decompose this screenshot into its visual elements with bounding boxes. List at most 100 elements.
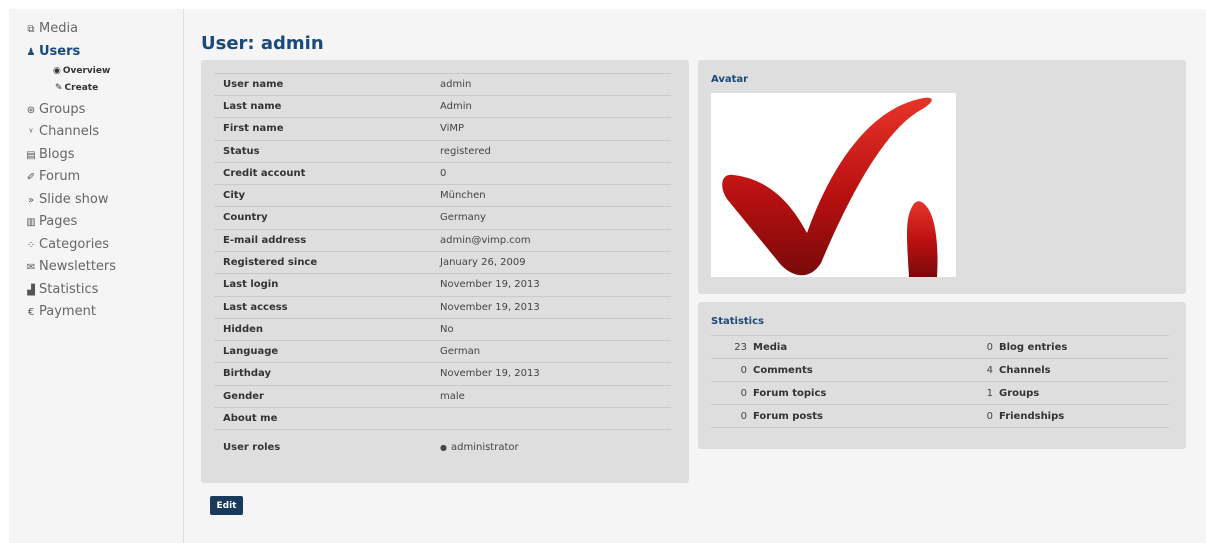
stats-row: 0 Forum topics 1 Groups (711, 381, 1169, 405)
stat-blog-entries: 0 Blog entries (986, 342, 1068, 353)
stat-forum-topics: 0 Forum topics (740, 388, 827, 399)
detail-label: Language (223, 346, 279, 357)
statistics-icon: ▟ (27, 285, 35, 296)
sidebar-item-label: Pages (39, 214, 78, 229)
sidebar-item-label: Channels (39, 124, 100, 139)
categories-icon: ⁘ (26, 240, 36, 251)
sidebar-item-statistics[interactable]: ▟ Statistics (25, 282, 98, 299)
vimp-logo-icon (722, 97, 938, 277)
detail-label: Birthday (223, 368, 271, 379)
sidebar-item-payment[interactable]: € Payment (25, 304, 96, 321)
sidebar-item-label: Newsletters (39, 259, 117, 274)
sidebar-subitem-label: Create (64, 83, 99, 93)
detail-value: Germany (440, 212, 486, 223)
stat-groups: 1 Groups (986, 388, 1040, 399)
role-name: administrator (450, 442, 519, 453)
detail-row-last-name: Last name Admin (214, 95, 671, 118)
statistics-panel: Statistics 23 Media 0 Blog entries 0 Commen… (698, 302, 1186, 449)
detail-row-hidden: Hidden No (214, 318, 671, 341)
sidebar-item-label: Users (39, 44, 81, 59)
stat-forum-posts: 0 Forum posts (740, 411, 823, 422)
sidebar-item-label: Statistics (39, 282, 99, 297)
pages-icon: ▥ (26, 217, 36, 228)
sidebar-item-slideshow[interactable]: » Slide show (25, 192, 109, 209)
detail-value: November 19, 2013 (440, 302, 540, 313)
pencil-icon: ✎ (55, 83, 63, 93)
detail-value: ViMP (440, 123, 465, 134)
blogs-icon: ▤ (26, 150, 36, 161)
media-icon: ⧉ (27, 24, 35, 35)
detail-row-city: City München (214, 184, 671, 207)
sidebar-item-users[interactable]: ♟ Users (25, 44, 81, 61)
sidebar-item-label: Media (39, 21, 79, 36)
detail-label: Last name (223, 101, 282, 112)
sidebar-subitem-create[interactable]: ✎ Create (55, 83, 98, 94)
sidebar-item-categories[interactable]: ⁘ Categories (25, 237, 109, 254)
detail-label: Country (223, 212, 268, 223)
groups-icon: ⊛ (26, 105, 36, 116)
forum-icon: ✐ (26, 172, 36, 183)
sidebar-item-newsletters[interactable]: ✉ Newsletters (25, 259, 116, 276)
detail-row-credit-account: Credit account 0 (214, 162, 671, 185)
channels-icon: ᵞ (29, 127, 33, 138)
stats-row: 0 Forum posts 0 Friendships (711, 404, 1169, 428)
detail-row-last-login: Last login November 19, 2013 (214, 273, 671, 296)
detail-label: City (223, 190, 246, 201)
detail-value: November 19, 2013 (440, 279, 540, 290)
avatar-title: Avatar (711, 74, 749, 85)
bullet-icon: ● (440, 443, 447, 452)
avatar-panel: Avatar (698, 60, 1186, 294)
detail-value: 0 (440, 168, 447, 179)
slideshow-icon: » (27, 195, 35, 206)
stats-row: 0 Comments 4 Channels (711, 358, 1169, 382)
sidebar-item-forum[interactable]: ✐ Forum (25, 169, 80, 186)
detail-row-last-access: Last access November 19, 2013 (214, 296, 671, 319)
sidebar-item-label: Forum (39, 169, 81, 184)
detail-row-first-name: First name ViMP (214, 117, 671, 140)
detail-label: User name (223, 79, 284, 90)
sidebar-item-label: Payment (39, 304, 96, 319)
sidebar-item-media[interactable]: ⧉ Media (25, 21, 78, 38)
sidebar-item-label: Slide show (39, 192, 109, 207)
detail-row-country: Country Germany (214, 206, 671, 229)
role-item: ● administrator (440, 442, 519, 453)
detail-value: admin@vimp.com (440, 235, 531, 246)
eye-icon: ◉ (53, 66, 61, 76)
sidebar-subitem-label: Overview (62, 66, 111, 76)
detail-label: Registered since (223, 257, 318, 268)
sidebar-item-label: Blogs (39, 147, 75, 162)
sidebar: ⧉ Media ♟ Users ◉ Overview ✎ Create ⊛ Groups … (9, 9, 184, 543)
sidebar-item-channels[interactable]: ᵞ Channels (25, 124, 99, 141)
detail-value: registered (440, 146, 491, 157)
detail-value: München (440, 190, 486, 201)
sidebar-item-label: Groups (39, 102, 86, 117)
statistics-title: Statistics (711, 316, 764, 327)
stats-divider (711, 427, 1169, 428)
detail-label: E-mail address (223, 235, 307, 246)
detail-row-status: Status registered (214, 140, 671, 163)
user-details-panel: User name admin Last name Admin First name… (201, 60, 689, 483)
sidebar-item-pages[interactable]: ▥ Pages (25, 214, 77, 231)
sidebar-item-groups[interactable]: ⊛ Groups (25, 102, 86, 119)
detail-label: Last login (223, 279, 279, 290)
avatar (711, 93, 956, 277)
detail-label: Last access (223, 302, 288, 313)
stat-channels: 4 Channels (986, 365, 1051, 376)
edit-button[interactable]: Edit (210, 496, 243, 515)
sidebar-subitem-overview[interactable]: ◉ Overview (53, 66, 110, 77)
detail-row-user-name: User name admin (214, 73, 671, 96)
detail-value: Admin (440, 101, 472, 112)
detail-value: November 19, 2013 (440, 368, 540, 379)
stat-friendships: 0 Friendships (986, 411, 1065, 422)
detail-label: First name (223, 123, 284, 134)
detail-row-email: E-mail address admin@vimp.com (214, 229, 671, 252)
detail-row-registered-since: Registered since January 26, 2009 (214, 251, 671, 274)
sidebar-item-blogs[interactable]: ▤ Blogs (25, 147, 75, 164)
detail-value: No (440, 324, 454, 335)
main-content: User: admin User name admin Last name Admi… (192, 9, 1206, 543)
detail-label: About me (223, 413, 278, 424)
detail-value: admin (440, 79, 472, 90)
detail-row-gender: Gender male (214, 385, 671, 408)
detail-row-about-me: About me (214, 407, 671, 430)
stat-media: 23 Media (734, 342, 788, 353)
